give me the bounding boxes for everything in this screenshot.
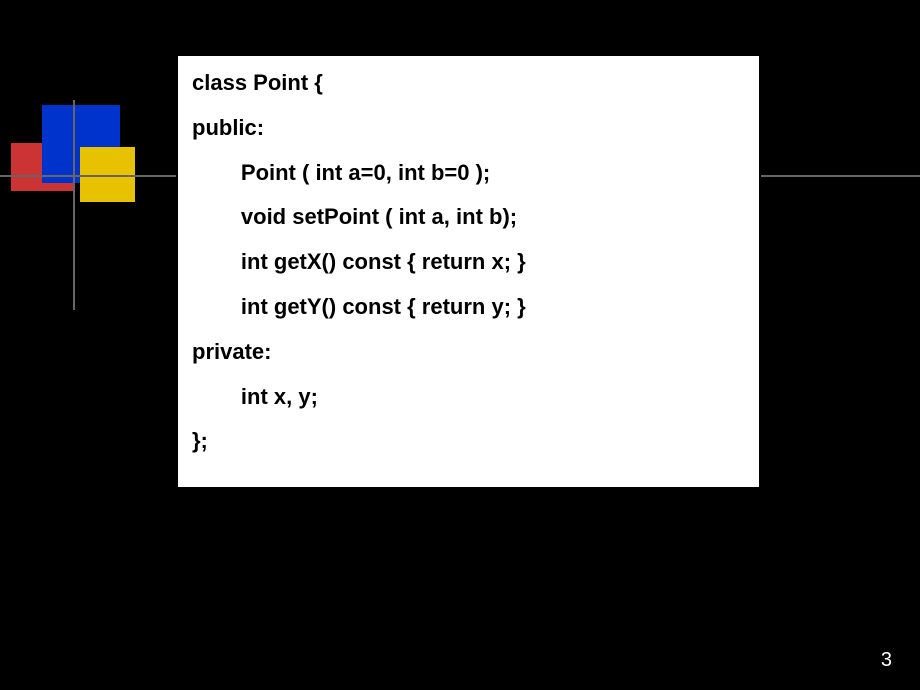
- page-number: 3: [881, 649, 892, 672]
- code-line-6: int getY() const { return y; }: [192, 292, 745, 323]
- code-line-1: class Point {: [192, 68, 745, 99]
- code-line-5: int getX() const { return x; }: [192, 247, 745, 278]
- decorative-horizontal-line-left: [0, 175, 176, 177]
- decorative-vertical-line: [73, 100, 75, 310]
- code-line-4: void setPoint ( int a, int b);: [192, 202, 745, 233]
- code-line-9: };: [192, 426, 745, 457]
- code-line-7: private:: [192, 337, 745, 368]
- code-line-2: public:: [192, 113, 745, 144]
- code-line-3: Point ( int a=0, int b=0 );: [192, 158, 745, 189]
- code-line-8: int x, y;: [192, 382, 745, 413]
- code-snippet-container: class Point { public: Point ( int a=0, i…: [176, 54, 761, 489]
